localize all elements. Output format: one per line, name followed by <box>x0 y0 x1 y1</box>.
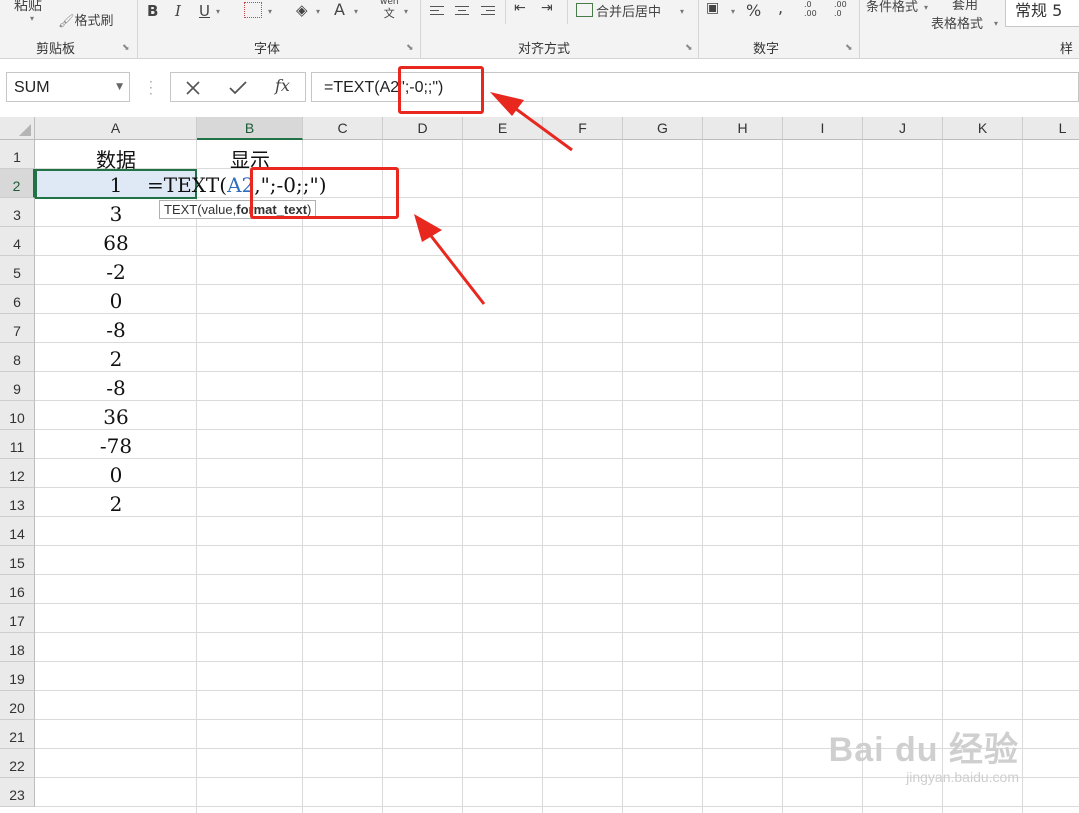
watermark-brand: Bai du 经验 <box>828 731 1019 769</box>
watermark-url: jingyan.baidu.com <box>906 769 1019 785</box>
arrow-to-cell <box>414 214 486 305</box>
worksheet-grid: ABCDEFGHIJKL 1 2 3 4 5 6 7 8 9 10 11 12 13 14 15 16 17 18… <box>0 92 1079 813</box>
arrow-to-formula-bar <box>490 92 573 152</box>
baidu-watermark: Bai du 经验 jingyan.baidu.com <box>829 722 1019 785</box>
annotation-arrows <box>414 92 573 305</box>
